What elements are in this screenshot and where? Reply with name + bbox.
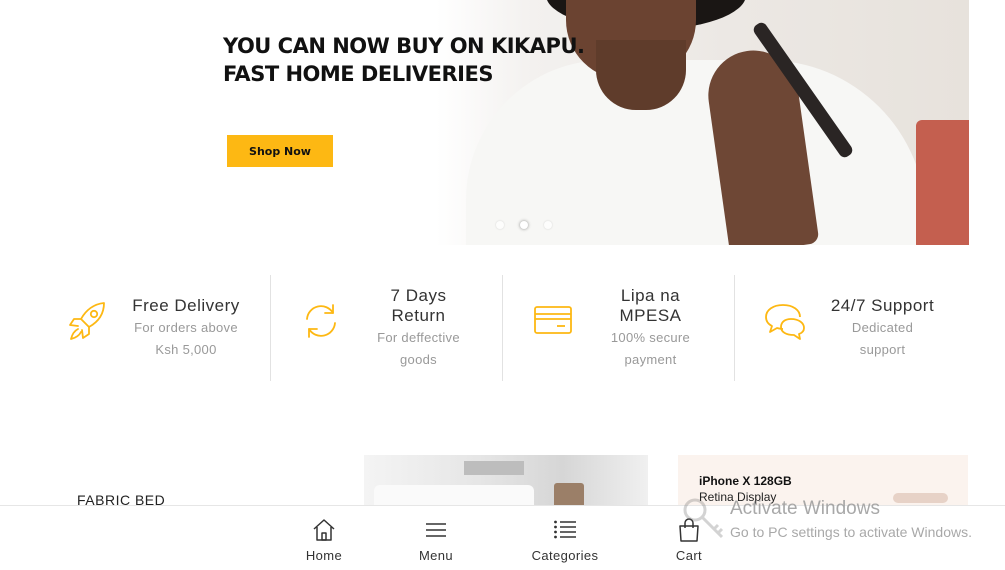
- features-strip: Free Delivery For orders above Ksh 5,000 …: [38, 275, 968, 381]
- feature-subtitle: Dedicated support: [851, 320, 914, 357]
- feature-subtitle: For orders above Ksh 5,000: [134, 320, 238, 357]
- list-icon: [554, 520, 576, 539]
- promo-phone-image: [893, 493, 948, 503]
- feature-returns: 7 Days Return For deffective goods: [270, 275, 502, 381]
- carousel-dot-1[interactable]: [496, 221, 504, 229]
- feature-subtitle: For deffective goods: [377, 330, 460, 367]
- shopping-bag-icon: [679, 518, 699, 542]
- nav-label: Home: [305, 548, 343, 563]
- refresh-icon: [306, 304, 336, 338]
- promo-subtitle: Retina Display: [699, 490, 777, 504]
- promo-title: iPhone X 128GB: [699, 474, 792, 488]
- carousel-indicators: [496, 221, 552, 229]
- bottom-navigation: Home Menu Categories Cart: [0, 505, 1005, 570]
- rocket-icon: [69, 302, 105, 340]
- hero-banner: YOU CAN NOW BUY ON KIKAPU. FAST HOME DEL…: [0, 0, 1005, 245]
- feature-mpesa: Lipa na MPESA 100% secure payment: [502, 275, 734, 381]
- nav-label: Cart: [675, 548, 703, 563]
- nav-label: Menu: [418, 548, 454, 563]
- nav-menu[interactable]: Menu: [410, 506, 462, 570]
- carousel-dot-3[interactable]: [544, 221, 552, 229]
- feature-free-delivery: Free Delivery For orders above Ksh 5,000: [38, 275, 270, 381]
- hero-headline: YOU CAN NOW BUY ON KIKAPU. FAST HOME DEL…: [223, 32, 585, 88]
- credit-card-icon: [534, 306, 572, 334]
- feature-title: Lipa na MPESA: [619, 286, 682, 325]
- chat-bubbles-icon: [765, 304, 805, 340]
- shop-now-button[interactable]: Shop Now: [227, 135, 333, 167]
- feature-title: Free Delivery: [132, 296, 240, 315]
- carousel-dot-2[interactable]: [520, 221, 528, 229]
- feature-subtitle: 100% secure payment: [610, 330, 691, 367]
- feature-title: 7 Days Return: [390, 286, 447, 325]
- hamburger-menu-icon: [426, 523, 446, 537]
- feature-support: 24/7 Support Dedicated support: [734, 275, 966, 381]
- nav-label: Categories: [531, 548, 599, 563]
- home-icon: [313, 519, 335, 541]
- feature-title: 24/7 Support: [830, 296, 935, 315]
- hero-headline-line2: FAST HOME DELIVERIES: [223, 62, 493, 86]
- nav-cart[interactable]: Cart: [668, 506, 710, 570]
- nav-categories[interactable]: Categories: [525, 506, 605, 570]
- nav-home[interactable]: Home: [298, 506, 350, 570]
- hero-headline-line1: YOU CAN NOW BUY ON KIKAPU.: [223, 34, 585, 58]
